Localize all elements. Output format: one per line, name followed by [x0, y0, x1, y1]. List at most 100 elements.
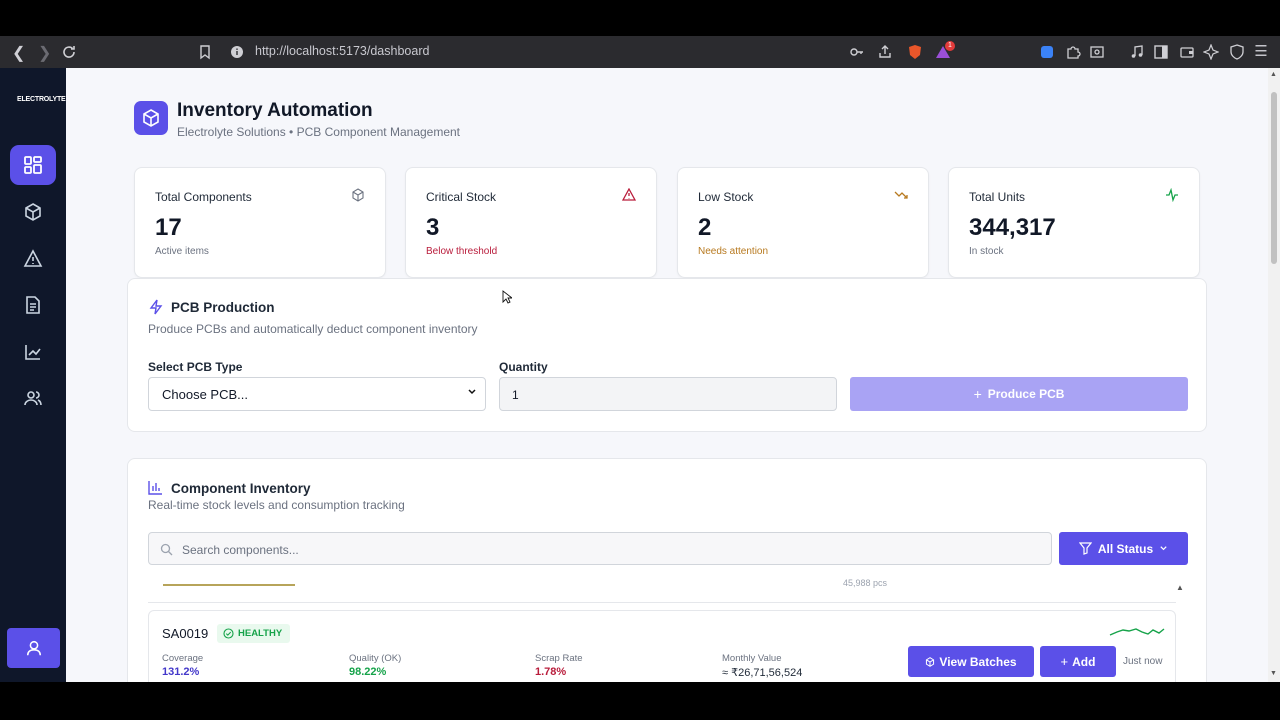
scroll-thumb[interactable] — [1271, 92, 1277, 264]
stat-label: Low Stock — [698, 190, 754, 204]
reload-icon[interactable] — [61, 44, 77, 60]
user-profile-button[interactable] — [7, 628, 60, 668]
vpn-shield-icon[interactable] — [1229, 44, 1245, 60]
nav-reports[interactable] — [10, 285, 56, 325]
metric-label: Quality (OK) — [349, 653, 402, 664]
search-placeholder: Search components... — [182, 543, 299, 557]
panel-title: Component Inventory — [171, 481, 311, 496]
grid-icon — [24, 156, 42, 174]
nav-analytics[interactable] — [10, 332, 56, 372]
list-scroll-up-arrow[interactable]: ▲ — [1176, 583, 1184, 592]
stat-card-low-stock: Low Stock 2 Needs attention — [677, 167, 929, 278]
cube-icon — [926, 656, 935, 667]
panel-description: Real-time stock levels and consumption t… — [148, 498, 405, 512]
chart-line-icon — [25, 345, 41, 360]
view-batches-button[interactable]: View Batches — [908, 646, 1034, 677]
back-icon[interactable]: ❮ — [12, 43, 25, 63]
chevron-down-icon — [1160, 546, 1167, 551]
brave-shield-icon[interactable] — [907, 44, 923, 60]
metric-quality: Quality (OK) 98.22% — [349, 653, 401, 678]
user-icon — [26, 640, 41, 656]
lightning-icon — [149, 299, 163, 315]
stat-sub: Needs attention — [698, 246, 769, 257]
page-scrollbar[interactable]: ▲ ▼ — [1268, 68, 1280, 682]
quantity-label: Quantity — [499, 360, 548, 374]
stat-label: Total Units — [969, 190, 1026, 204]
stat-value: 2 — [698, 214, 712, 241]
cube-icon — [352, 188, 364, 202]
box-icon — [25, 203, 41, 221]
pcb-type-value: Choose PCB... — [162, 387, 248, 402]
chevron-down-icon — [468, 389, 476, 395]
metric-label: Coverage — [162, 653, 204, 664]
pcb-type-label: Select PCB Type — [148, 360, 243, 374]
notification-badge: 1 — [945, 41, 955, 51]
view-batches-label: View Batches — [939, 654, 1017, 669]
panel-description: Produce PCBs and automatically deduct co… — [148, 322, 478, 336]
pcb-production-panel: PCB Production Produce PCBs and automati… — [127, 278, 1207, 432]
metric-coverage: Coverage 131.2% — [162, 653, 203, 678]
metric-value: ≈ ₹26,71,56,524 — [722, 667, 803, 679]
extension-icon[interactable] — [1039, 44, 1055, 60]
scroll-up-arrow[interactable]: ▲ — [1270, 71, 1277, 78]
stat-label: Total Components — [155, 190, 252, 204]
list-item: SA0019 HEALTHY Coverage 131.2% Quality (… — [148, 610, 1176, 682]
screenshot-icon[interactable] — [1089, 44, 1105, 60]
stat-sub: Below threshold — [426, 246, 498, 257]
sidebar: ELECTROLYTE — [0, 68, 66, 682]
page-title: Inventory Automation — [177, 100, 373, 121]
stat-value: 17 — [155, 214, 182, 241]
stat-label: Critical Stock — [426, 190, 497, 204]
stat-sub: In stock — [969, 246, 1004, 257]
status-badge: HEALTHY — [217, 624, 291, 643]
inventory-list[interactable]: 45,988 pcs SA0019 HEALTHY Coverage 131.2… — [148, 578, 1188, 682]
stat-value: 344,317 — [969, 214, 1056, 241]
sidebar-toggle-icon[interactable] — [1153, 44, 1169, 60]
stat-card-total-units: Total Units 344,317 In stock — [948, 167, 1200, 278]
quantity-input[interactable]: 1 — [499, 377, 837, 411]
browser-toolbar: ❮ ❯ http://localhost:5173/dashboard 1 ☰ — [0, 36, 1280, 68]
menu-icon[interactable]: ☰ — [1253, 44, 1269, 60]
plus-icon: + — [1060, 654, 1069, 669]
search-input[interactable]: Search components... — [148, 532, 1052, 565]
puzzle-icon[interactable] — [1065, 44, 1081, 60]
nav-dashboard[interactable] — [10, 145, 56, 185]
bookmark-icon[interactable] — [197, 44, 213, 60]
trend-sparkline — [1109, 628, 1165, 636]
forward-icon[interactable]: ❯ — [38, 43, 51, 63]
add-stock-button[interactable]: + Add — [1040, 646, 1116, 677]
nav-alerts[interactable] — [10, 239, 56, 279]
status-filter-button[interactable]: All Status — [1059, 532, 1188, 565]
filter-icon — [1078, 542, 1092, 555]
alert-triangle-icon — [622, 188, 636, 201]
produce-pcb-button[interactable]: + Produce PCB — [850, 377, 1188, 411]
wallet-icon[interactable] — [1179, 44, 1195, 60]
component-code: SA0019 — [162, 626, 209, 641]
site-info-icon[interactable] — [229, 44, 245, 60]
panel-title: PCB Production — [171, 300, 275, 315]
bar-chart-icon — [148, 481, 162, 495]
stat-card-critical-stock: Critical Stock 3 Below threshold — [405, 167, 657, 278]
company-logo: ELECTROLYTE — [17, 96, 66, 103]
list-item: 45,988 pcs — [148, 578, 1176, 603]
pcb-type-select[interactable]: Choose PCB... — [148, 377, 486, 411]
address-bar[interactable]: http://localhost:5173/dashboard — [255, 44, 429, 58]
metric-scrap-rate: Scrap Rate 1.78% — [535, 653, 583, 678]
metric-label: Monthly Value — [722, 653, 782, 664]
mouse-cursor-icon — [502, 290, 512, 304]
share-icon[interactable] — [877, 44, 893, 60]
scroll-down-arrow[interactable]: ▼ — [1270, 670, 1277, 677]
nav-users[interactable] — [10, 378, 56, 418]
key-icon[interactable] — [849, 44, 865, 60]
music-icon[interactable] — [1129, 44, 1145, 60]
last-updated: Just now — [1123, 656, 1163, 667]
metric-value: 98.22% — [349, 666, 387, 678]
stat-card-total-components: Total Components 17 Active items — [134, 167, 386, 278]
leo-ai-icon[interactable] — [1203, 44, 1219, 60]
filter-label: All Status — [1097, 541, 1154, 556]
stock-quantity: 45,988 pcs — [843, 578, 888, 588]
produce-pcb-label: Produce PCB — [987, 387, 1065, 401]
activity-icon — [1166, 188, 1178, 202]
nav-components[interactable] — [10, 192, 56, 232]
plus-icon: + — [973, 386, 982, 402]
